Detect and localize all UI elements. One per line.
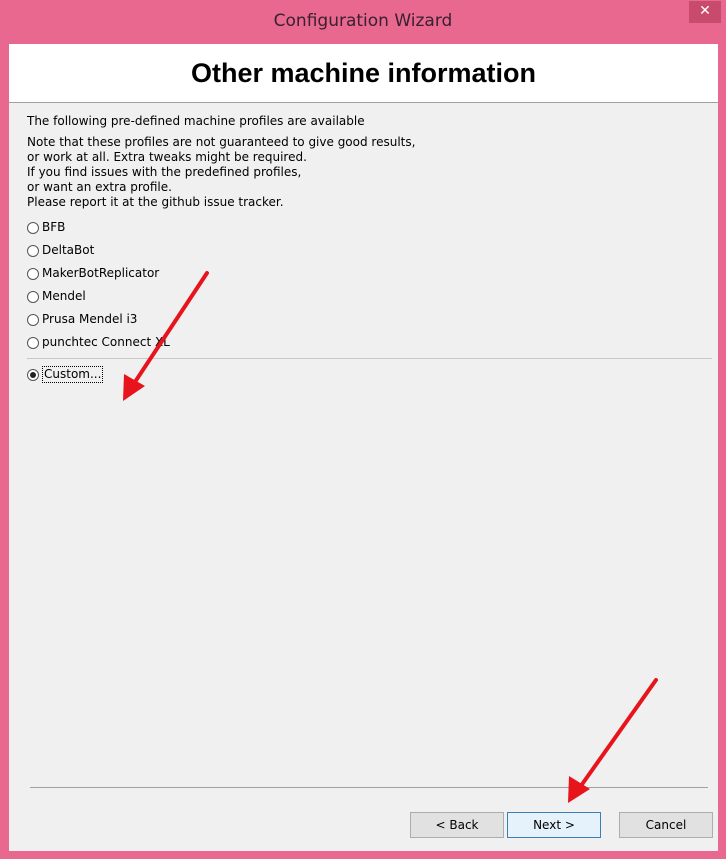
arrow-to-custom-option — [123, 271, 209, 401]
annotation-overlay — [123, 271, 658, 803]
arrow-to-next-button — [568, 678, 658, 803]
wizard-window: Configuration Wizard ✕ Other machine inf… — [0, 0, 726, 859]
